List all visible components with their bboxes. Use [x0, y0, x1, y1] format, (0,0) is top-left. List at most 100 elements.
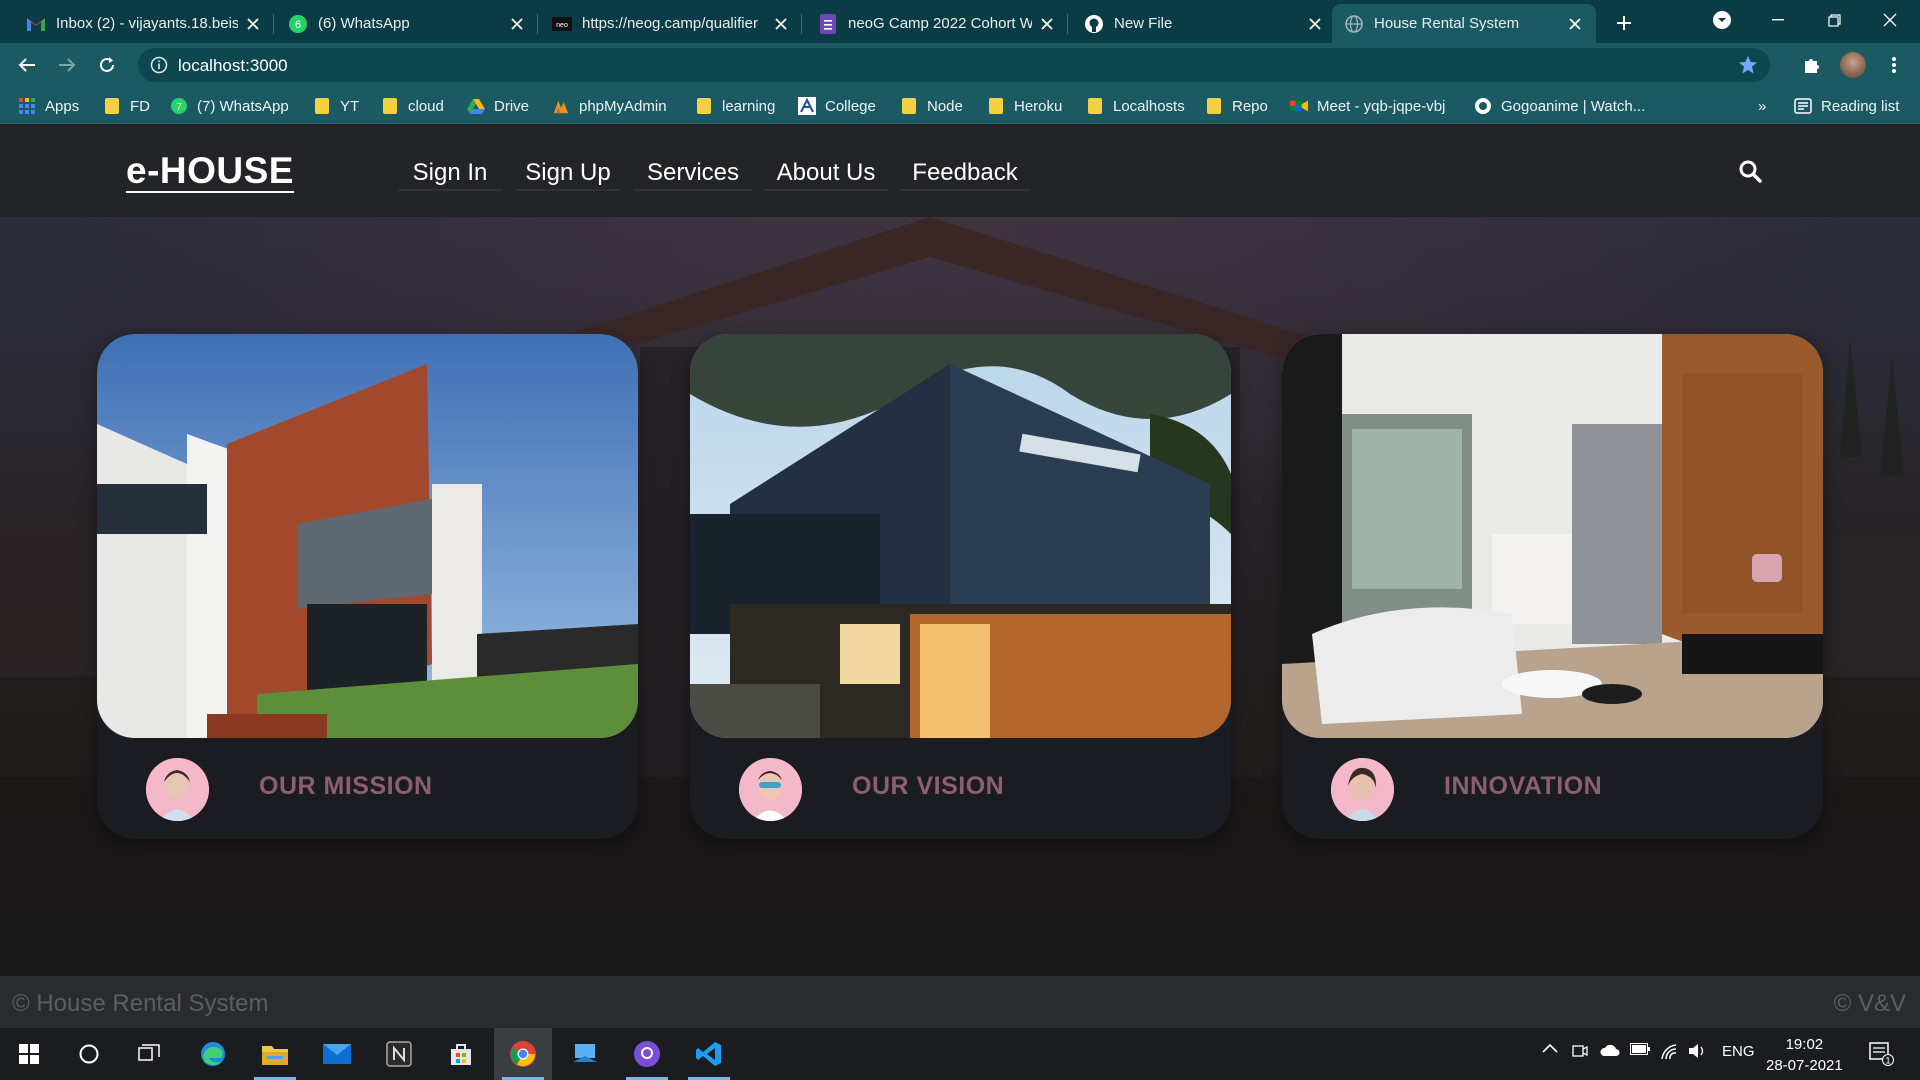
tab-title: New File [1114, 15, 1173, 32]
bookmark-localhosts[interactable]: Localhosts [1086, 95, 1185, 117]
nav-sign-up[interactable]: Sign Up [515, 151, 621, 191]
card-caption-row: OUR MISSION [97, 738, 638, 839]
bookmark-apps[interactable]: Apps [18, 95, 79, 117]
bookmark-star-icon[interactable] [1738, 55, 1758, 75]
clock-time: 19:02 [1785, 1036, 1824, 1053]
meet-icon [1290, 97, 1308, 115]
new-tab-plus-icon[interactable] [1610, 9, 1638, 37]
phpmyadmin-icon [552, 97, 570, 115]
bookmark-gogoanime[interactable]: Gogoanime | Watch... [1474, 95, 1645, 117]
profile-avatar[interactable] [1840, 52, 1866, 78]
bookmark-label: learning [722, 97, 776, 115]
address-bar[interactable]: localhost:3000 [138, 48, 1770, 82]
nav-sign-in[interactable]: Sign In [398, 151, 502, 191]
volume-icon[interactable] [1688, 1043, 1706, 1059]
browser-toolbar: localhost:3000 [0, 43, 1920, 87]
tab-search-dropdown-icon[interactable] [1694, 0, 1750, 40]
mail-icon[interactable] [308, 1028, 366, 1080]
globe-icon [1344, 14, 1364, 34]
cortana-search-icon[interactable] [60, 1028, 118, 1080]
forward-arrow-icon[interactable] [53, 51, 81, 79]
tab-whatsapp[interactable]: 6 (6) WhatsApp [276, 4, 538, 43]
folder-icon [900, 97, 918, 115]
college-icon [798, 97, 816, 115]
close-tab-icon[interactable] [1038, 15, 1056, 33]
tab-title: House Rental System [1374, 15, 1520, 32]
close-tab-icon[interactable] [508, 15, 526, 33]
notion-icon[interactable] [370, 1028, 428, 1080]
card-our-vision[interactable]: OUR VISION [690, 334, 1231, 839]
vscode-icon[interactable] [680, 1028, 738, 1080]
back-arrow-icon[interactable] [13, 51, 41, 79]
github-desktop-icon[interactable] [618, 1028, 676, 1080]
bookmarks-overflow-chevron[interactable]: » [1758, 95, 1766, 117]
bookmark-drive[interactable]: Drive [467, 95, 529, 117]
bookmark-heroku[interactable]: Heroku [987, 95, 1062, 117]
bookmark-repo[interactable]: Repo [1205, 95, 1268, 117]
close-tab-icon[interactable] [1306, 15, 1324, 33]
site-info-icon[interactable] [150, 56, 168, 74]
edge-browser-icon[interactable] [184, 1028, 242, 1080]
whatsapp-icon: 6 [288, 14, 308, 34]
nav-feedback[interactable]: Feedback [900, 151, 1030, 191]
reading-list-button[interactable]: Reading list [1794, 95, 1899, 117]
bookmark-learning[interactable]: learning [695, 95, 775, 117]
url-text: localhost:3000 [178, 56, 288, 75]
bookmark-phpmyadmin[interactable]: phpMyAdmin [552, 95, 667, 117]
site-footer: © House Rental System © V&V [0, 976, 1920, 1028]
microsoft-store-icon[interactable] [432, 1028, 490, 1080]
bookmark-yt[interactable]: YT [313, 95, 359, 117]
search-icon[interactable] [1738, 159, 1762, 183]
task-view-icon[interactable] [120, 1028, 178, 1080]
avatar [1331, 758, 1394, 821]
card-innovation[interactable]: INNOVATION [1282, 334, 1823, 839]
tab-forms[interactable]: neoG Camp 2022 Cohort W [806, 4, 1068, 43]
notification-center-icon[interactable]: 1 [1868, 1040, 1894, 1066]
meet-now-icon[interactable] [1572, 1043, 1588, 1059]
chrome-browser-icon[interactable] [494, 1028, 552, 1080]
input-language[interactable]: ENG [1722, 1043, 1755, 1060]
tab-gmail[interactable]: Inbox (2) - vijayants.18.beis [14, 4, 274, 43]
wifi-icon[interactable] [1660, 1043, 1678, 1059]
card-our-mission[interactable]: OUR MISSION [97, 334, 638, 839]
folder-icon [1086, 97, 1104, 115]
folder-icon [1205, 97, 1223, 115]
bookmark-cloud[interactable]: cloud [381, 95, 444, 117]
bookmark-label: Gogoanime | Watch... [1501, 97, 1646, 115]
close-tab-icon[interactable] [244, 15, 262, 33]
tray-overflow-chevron-icon[interactable] [1542, 1043, 1558, 1053]
site-logo[interactable]: e-HOUSE [126, 151, 294, 193]
file-explorer-icon[interactable] [246, 1028, 304, 1080]
close-tab-icon[interactable] [772, 15, 790, 33]
bookmark-meet[interactable]: Meet - yqb-jqpe-vbj [1290, 95, 1445, 117]
windows-start-icon[interactable] [0, 1028, 58, 1080]
close-tab-icon[interactable] [1566, 15, 1584, 33]
restore-window-icon[interactable] [1806, 0, 1862, 40]
bookmark-whatsapp[interactable]: 7 (7) WhatsApp [170, 95, 289, 117]
bookmark-node[interactable]: Node [900, 95, 963, 117]
tab-github[interactable]: New File [1072, 4, 1336, 43]
battery-icon [1630, 1043, 1650, 1055]
nav-about-us[interactable]: About Us [764, 151, 888, 191]
nav-services[interactable]: Services [634, 151, 752, 191]
minimize-window-icon[interactable] [1750, 0, 1806, 40]
bookmark-label: Drive [494, 97, 530, 115]
folder-icon [695, 97, 713, 115]
card-caption: OUR MISSION [259, 772, 433, 800]
hero-section: OUR MISSION OUR VISION INNOVATION [0, 217, 1920, 976]
taskbar-clock[interactable]: 19:02 28-07-2021 [1766, 1034, 1843, 1076]
extensions-puzzle-icon[interactable] [1798, 51, 1826, 79]
reload-icon[interactable] [93, 51, 121, 79]
browser-menu-icon[interactable] [1880, 51, 1908, 79]
remote-desktop-icon[interactable] [556, 1028, 614, 1080]
github-icon [1084, 14, 1104, 34]
bookmark-fd[interactable]: FD [103, 95, 150, 117]
card-caption: INNOVATION [1444, 772, 1603, 800]
bookmark-label: (7) WhatsApp [197, 97, 289, 115]
tab-house-rental[interactable]: House Rental System [1332, 4, 1596, 43]
site-navbar: e-HOUSE Sign In Sign Up Services About U… [0, 125, 1920, 217]
onedrive-cloud-icon[interactable] [1600, 1043, 1620, 1057]
close-window-icon[interactable] [1862, 0, 1918, 40]
tab-neog[interactable]: neo https://neog.camp/qualifier [540, 4, 802, 43]
bookmark-college[interactable]: College [798, 95, 876, 117]
